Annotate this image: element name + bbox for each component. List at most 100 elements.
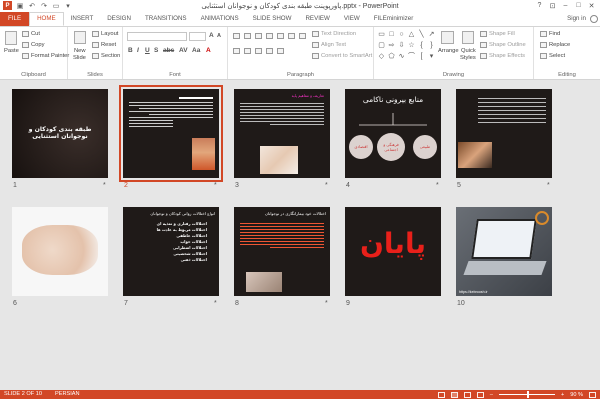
arrow-shape-icon[interactable]: ↗ — [427, 30, 436, 40]
sign-in-link[interactable]: Sign in — [567, 12, 586, 26]
textbox-shape-icon[interactable]: ▭ — [377, 30, 386, 40]
minimize-icon[interactable]: – — [559, 0, 572, 11]
slide-thumbnail[interactable]: اختلالات خود بیمارانگاری در نوجوانان — [234, 207, 330, 296]
align-center-icon[interactable] — [244, 48, 251, 54]
align-right-icon[interactable] — [255, 48, 262, 54]
brace-close-shape-icon[interactable]: } — [427, 41, 436, 51]
font-name-combo[interactable] — [127, 32, 187, 41]
replace-button[interactable]: Replace — [540, 42, 570, 48]
bold-icon[interactable]: B — [128, 47, 133, 54]
oval-shape-icon[interactable]: ○ — [397, 30, 406, 40]
curve-shape-icon[interactable]: ∿ — [397, 52, 406, 62]
tab-insert[interactable]: INSERT — [64, 12, 101, 26]
normal-view-icon[interactable] — [437, 391, 445, 398]
grow-font-icon[interactable]: A — [209, 32, 214, 39]
bracket-shape-icon[interactable]: [ — [417, 52, 426, 62]
slide-thumbnail[interactable]: طبقه بندی کودکان و نوجوانان استثنایی — [12, 89, 108, 178]
paste-icon[interactable] — [5, 31, 17, 45]
convert-smartart-button[interactable]: Convert to SmartArt — [312, 53, 372, 59]
tab-transitions[interactable]: TRANSITIONS — [138, 12, 194, 26]
underline-icon[interactable]: U — [145, 47, 150, 54]
callout-shape-icon[interactable]: ◇ — [377, 52, 386, 62]
slide-thumbnail[interactable] — [456, 89, 552, 178]
more-shapes-icon[interactable]: ▾ — [427, 52, 436, 62]
numbering-icon[interactable] — [244, 33, 251, 39]
font-color-icon[interactable]: A — [206, 47, 211, 54]
change-case-icon[interactable]: Aa — [192, 47, 200, 54]
find-button[interactable]: Find — [540, 31, 560, 37]
zoom-level[interactable]: 90 % — [570, 392, 583, 398]
language-indicator[interactable]: PERSIAN — [55, 391, 80, 397]
feedback-smiley-icon[interactable] — [590, 15, 598, 23]
shape-effects-button[interactable]: Shape Effects — [480, 53, 525, 59]
font-size-combo[interactable] — [189, 32, 206, 41]
zoom-slider[interactable] — [498, 391, 555, 398]
slide-thumbnail[interactable]: پایان — [345, 207, 441, 296]
decrease-indent-icon[interactable] — [255, 33, 262, 39]
ltr-icon[interactable] — [288, 33, 295, 39]
tab-slide-show[interactable]: SLIDE SHOW — [246, 12, 299, 26]
increase-indent-icon[interactable] — [266, 33, 273, 39]
slide-thumbnail[interactable]: https://kebroosh.ir — [456, 207, 552, 296]
zoom-slider-knob[interactable] — [526, 391, 529, 398]
new-slide-icon[interactable] — [74, 31, 86, 44]
columns-icon[interactable] — [277, 48, 284, 54]
help-icon[interactable]: ? — [533, 0, 546, 11]
bullets-icon[interactable] — [233, 33, 240, 39]
slide-show-view-icon[interactable] — [476, 391, 484, 398]
select-button[interactable]: Select — [540, 53, 565, 59]
tab-file[interactable]: FILE — [0, 12, 30, 26]
new-slide-button[interactable]: New — [74, 48, 86, 54]
zoom-in-icon[interactable]: + — [561, 392, 564, 398]
ribbon-display-options-icon[interactable]: ⊡ — [546, 0, 559, 11]
quick-styles-button[interactable]: Quick — [461, 48, 476, 54]
shapes-gallery[interactable]: ▭ □ ○ △ ╲ ↗ ▢ ⇨ ⇩ ☆{} ◇ ⬠ ∿ ⌒[▾ — [377, 30, 435, 62]
quick-styles-button-line2[interactable]: Styles — [460, 55, 476, 61]
right-arrow-shape-icon[interactable]: ⇨ — [387, 41, 396, 51]
tab-view[interactable]: VIEW — [337, 12, 367, 26]
brace-shape-icon[interactable]: { — [417, 41, 426, 51]
cut-button[interactable]: Cut — [22, 31, 40, 37]
shrink-font-icon[interactable]: A — [217, 33, 221, 39]
slide-thumbnail[interactable]: تعاریف و مفاهیم پایه — [234, 89, 330, 178]
flowchart-shape-icon[interactable]: ⬠ — [387, 52, 396, 62]
rtl-icon[interactable] — [299, 33, 306, 39]
star-shape-icon[interactable]: ☆ — [407, 41, 416, 51]
text-direction-button[interactable]: Text Direction — [312, 31, 356, 37]
justify-icon[interactable] — [266, 48, 273, 54]
copy-button[interactable]: Copy — [22, 42, 45, 48]
slide-thumbnail[interactable]: انواع اختلالات روانی کودکان و نوجوانان ا… — [123, 207, 219, 296]
quick-styles-icon[interactable] — [462, 31, 474, 44]
triangle-shape-icon[interactable]: △ — [407, 30, 416, 40]
italic-icon[interactable]: I — [137, 47, 139, 54]
shape-outline-button[interactable]: Shape Outline — [480, 42, 526, 48]
shadow-icon[interactable]: S — [154, 47, 158, 54]
slide-thumbnail-selected[interactable] — [119, 85, 223, 182]
slide-thumbnail[interactable] — [12, 207, 108, 296]
freeform-shape-icon[interactable]: ⌒ — [407, 52, 416, 62]
arrange-icon[interactable] — [441, 31, 454, 44]
char-spacing-icon[interactable]: AV — [179, 47, 188, 54]
down-arrow-shape-icon[interactable]: ⇩ — [397, 41, 406, 51]
fit-to-window-icon[interactable] — [589, 391, 596, 398]
tab-home[interactable]: HOME — [29, 12, 64, 26]
line-shape-icon[interactable]: ╲ — [417, 30, 426, 40]
shape-fill-button[interactable]: Shape Fill — [480, 31, 515, 37]
slide-thumbnail[interactable]: منابع بیرونی ناکامی اقتصادی فرهنگی و اجت… — [345, 89, 441, 178]
strikethrough-icon[interactable]: abc — [163, 47, 174, 54]
tab-review[interactable]: REVIEW — [298, 12, 336, 26]
tab-design[interactable]: DESIGN — [100, 12, 138, 26]
close-icon[interactable]: ✕ — [585, 0, 598, 11]
tab-fileminimizer[interactable]: FILEminimizer — [367, 12, 421, 26]
slide-sorter-view-icon[interactable] — [450, 391, 458, 398]
paste-button[interactable]: Paste — [4, 48, 19, 54]
format-painter-button[interactable]: Format Painter — [22, 53, 69, 59]
reset-button[interactable]: Reset — [92, 42, 116, 48]
align-left-icon[interactable] — [233, 48, 240, 54]
zoom-out-icon[interactable]: – — [490, 392, 493, 398]
rounded-rect-shape-icon[interactable]: ▢ — [377, 41, 386, 51]
rect-shape-icon[interactable]: □ — [387, 30, 396, 40]
line-spacing-icon[interactable] — [277, 33, 284, 39]
section-button[interactable]: Section — [92, 53, 120, 59]
arrange-button[interactable]: Arrange — [438, 48, 459, 54]
